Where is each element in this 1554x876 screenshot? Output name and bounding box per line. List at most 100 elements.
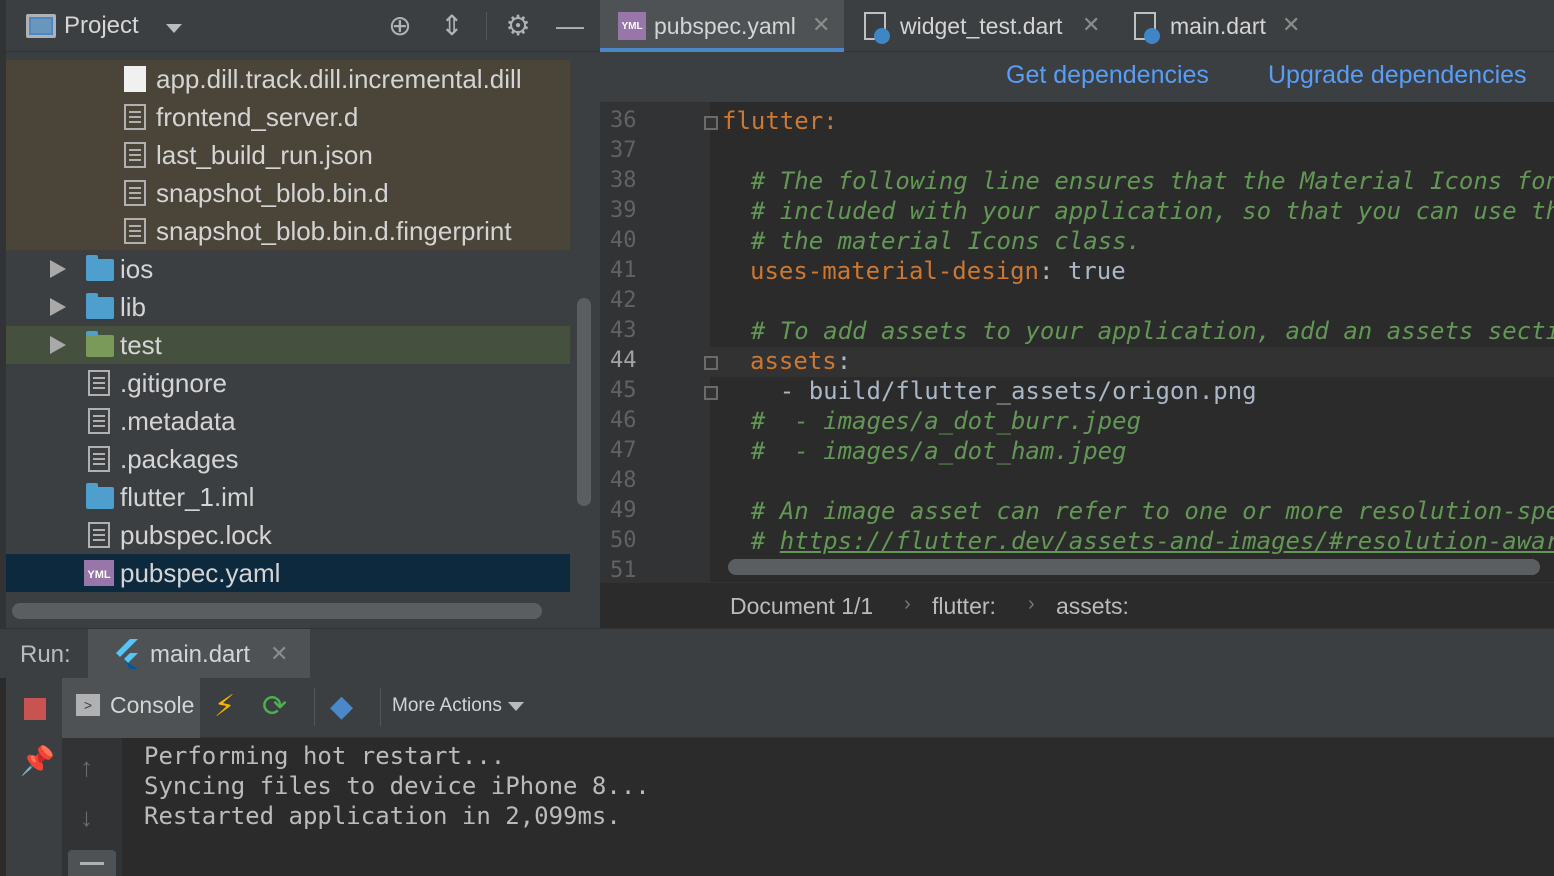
tab-main-dart[interactable]: main.dart ✕ — [1116, 0, 1314, 52]
editor-tabs: YML pubspec.yaml ✕ widget_test.dart ✕ ma… — [600, 0, 1554, 52]
tree-item-label: ios — [120, 254, 154, 284]
yaml-key: uses-material-design — [750, 257, 1039, 285]
breadcrumb-item[interactable]: assets: — [1056, 593, 1129, 620]
breadcrumb-item[interactable]: Document 1/1 — [730, 593, 873, 620]
fold-marker-icon[interactable] — [704, 386, 718, 400]
yaml-colon: : — [836, 347, 852, 375]
tree-item[interactable]: .metadata — [6, 402, 570, 440]
code-line[interactable]: # https://flutter.dev/assets-and-images/… — [722, 526, 1554, 556]
code-line[interactable]: # To add assets to your application, add… — [722, 316, 1554, 346]
tree-item[interactable]: .packages — [6, 440, 570, 478]
json-file-icon — [124, 142, 146, 168]
line-number: 37 — [610, 138, 637, 163]
console-line: Performing hot restart... — [144, 742, 506, 770]
tree-item[interactable]: app.dill.track.dill.incremental.dill — [6, 60, 570, 98]
line-number: 39 — [610, 198, 637, 223]
chevron-down-icon[interactable] — [166, 24, 182, 33]
tree-item[interactable]: last_build_run.json — [6, 136, 570, 174]
collapse-all-icon[interactable]: ⇕ — [436, 10, 468, 42]
vertical-scrollbar[interactable] — [577, 298, 591, 506]
tab-console[interactable]: > Console — [62, 678, 200, 738]
console-line: Syncing files to device iPhone 8... — [144, 772, 650, 800]
tree-item[interactable]: frontend_server.d — [6, 98, 570, 136]
console-icon: > — [76, 694, 100, 716]
code-line[interactable]: # included with your application, so tha… — [722, 196, 1554, 226]
chevron-right-icon: › — [1028, 593, 1035, 615]
hot-restart-icon[interactable]: ⟳ — [262, 690, 287, 724]
toolbar-separator — [314, 688, 315, 726]
tree-item-label: .gitignore — [120, 368, 227, 398]
gear-icon[interactable]: ⚙ — [502, 10, 534, 42]
code-line[interactable]: uses-material-design: true — [750, 256, 1126, 286]
close-icon[interactable]: ✕ — [812, 12, 830, 38]
run-tab-main-dart[interactable]: main.dart ✕ — [88, 629, 310, 679]
expand-arrow-icon[interactable] — [50, 336, 66, 354]
dart-file-icon — [1134, 12, 1160, 44]
text-file-icon — [124, 104, 146, 130]
hot-reload-icon[interactable]: ⚡ — [214, 690, 235, 724]
get-dependencies-link[interactable]: Get dependencies — [1006, 61, 1209, 90]
stop-icon[interactable] — [24, 698, 46, 720]
project-panel-header: Project ⊕ ⇕ ⚙ — — [6, 0, 600, 52]
tree-item-lib[interactable]: lib — [6, 288, 570, 326]
upgrade-dependencies-link[interactable]: Upgrade dependencies — [1268, 61, 1527, 90]
tree-item-label: .packages — [120, 444, 239, 474]
fold-marker-icon[interactable] — [704, 116, 718, 130]
arrow-down-icon[interactable]: ↓ — [80, 802, 93, 833]
tree-item-test[interactable]: test — [6, 326, 570, 364]
code-line[interactable]: assets: — [750, 346, 851, 376]
line-number: 36 — [610, 108, 637, 133]
expand-arrow-icon[interactable] — [50, 298, 66, 316]
code-line[interactable]: # The following line ensures that the Ma… — [722, 166, 1554, 196]
code-line[interactable]: # An image asset can refer to one or mor… — [722, 496, 1554, 526]
project-view-icon — [26, 14, 56, 38]
close-icon[interactable]: ✕ — [1282, 12, 1300, 38]
line-number: 51 — [610, 558, 637, 582]
hide-panel-icon[interactable]: — — [554, 10, 586, 42]
tree-item[interactable]: snapshot_blob.bin.d — [6, 174, 570, 212]
code-line[interactable]: # - images/a_dot_burr.jpeg — [722, 406, 1141, 436]
tree-item[interactable]: pubspec.lock — [6, 516, 570, 554]
run-panel-header: Run: main.dart ✕ — [0, 628, 1554, 679]
close-icon[interactable]: ✕ — [1082, 12, 1100, 38]
text-file-icon — [88, 408, 110, 434]
horizontal-scrollbar[interactable] — [12, 603, 542, 619]
project-view-title[interactable]: Project — [64, 12, 139, 40]
fold-marker-icon[interactable] — [704, 356, 718, 370]
comment-link[interactable]: https://flutter.dev/assets-and-images/#r… — [780, 527, 1554, 555]
code-editor[interactable]: 36 37 38 39 40 41 42 43 44 45 46 47 48 4… — [600, 102, 1554, 582]
toolbar-separator — [380, 688, 381, 726]
line-number-current: 44 — [610, 348, 637, 373]
expand-arrow-icon[interactable] — [50, 260, 66, 278]
soft-wrap-icon[interactable] — [68, 850, 116, 876]
close-icon[interactable]: ✕ — [270, 641, 288, 667]
console-line: Restarted application in 2,099ms. — [144, 802, 621, 830]
yaml-icon: YML — [618, 12, 646, 40]
code-line[interactable]: - build/flutter_assets/origon.png — [722, 376, 1257, 406]
code-line[interactable]: flutter: — [722, 106, 838, 136]
tab-pubspec-yaml[interactable]: YML pubspec.yaml ✕ — [600, 0, 844, 52]
more-actions-button[interactable]: More Actions — [392, 695, 502, 717]
toolbar-separator — [486, 12, 487, 40]
code-line[interactable]: # - images/a_dot_ham.jpeg — [722, 436, 1127, 466]
tab-widget-test[interactable]: widget_test.dart ✕ — [846, 0, 1114, 52]
project-tree[interactable]: app.dill.track.dill.incremental.dill fro… — [6, 52, 570, 598]
tree-item[interactable]: flutter_1.iml — [6, 478, 570, 516]
tree-item-ios[interactable]: ios — [6, 250, 570, 288]
line-number: 48 — [610, 468, 637, 493]
chevron-right-icon: › — [904, 593, 911, 615]
text-file-icon — [88, 370, 110, 396]
locate-icon[interactable]: ⊕ — [384, 10, 416, 42]
chevron-down-icon[interactable] — [508, 702, 524, 711]
horizontal-scrollbar[interactable] — [728, 559, 1540, 575]
dart-devtools-icon[interactable]: ◆ — [330, 690, 353, 724]
tree-item[interactable]: snapshot_blob.bin.d.fingerprint — [6, 212, 570, 250]
console-output[interactable]: Performing hot restart... Syncing files … — [122, 738, 1554, 876]
breadcrumb-item[interactable]: flutter: — [932, 593, 996, 620]
tree-item-selected[interactable]: YML pubspec.yaml — [6, 554, 570, 592]
code-line[interactable]: # the material Icons class. — [722, 226, 1141, 256]
pin-icon[interactable]: 📌 — [20, 744, 55, 777]
tree-item[interactable]: .gitignore — [6, 364, 570, 402]
arrow-up-icon[interactable]: ↑ — [80, 752, 93, 783]
line-number: 41 — [610, 258, 637, 283]
